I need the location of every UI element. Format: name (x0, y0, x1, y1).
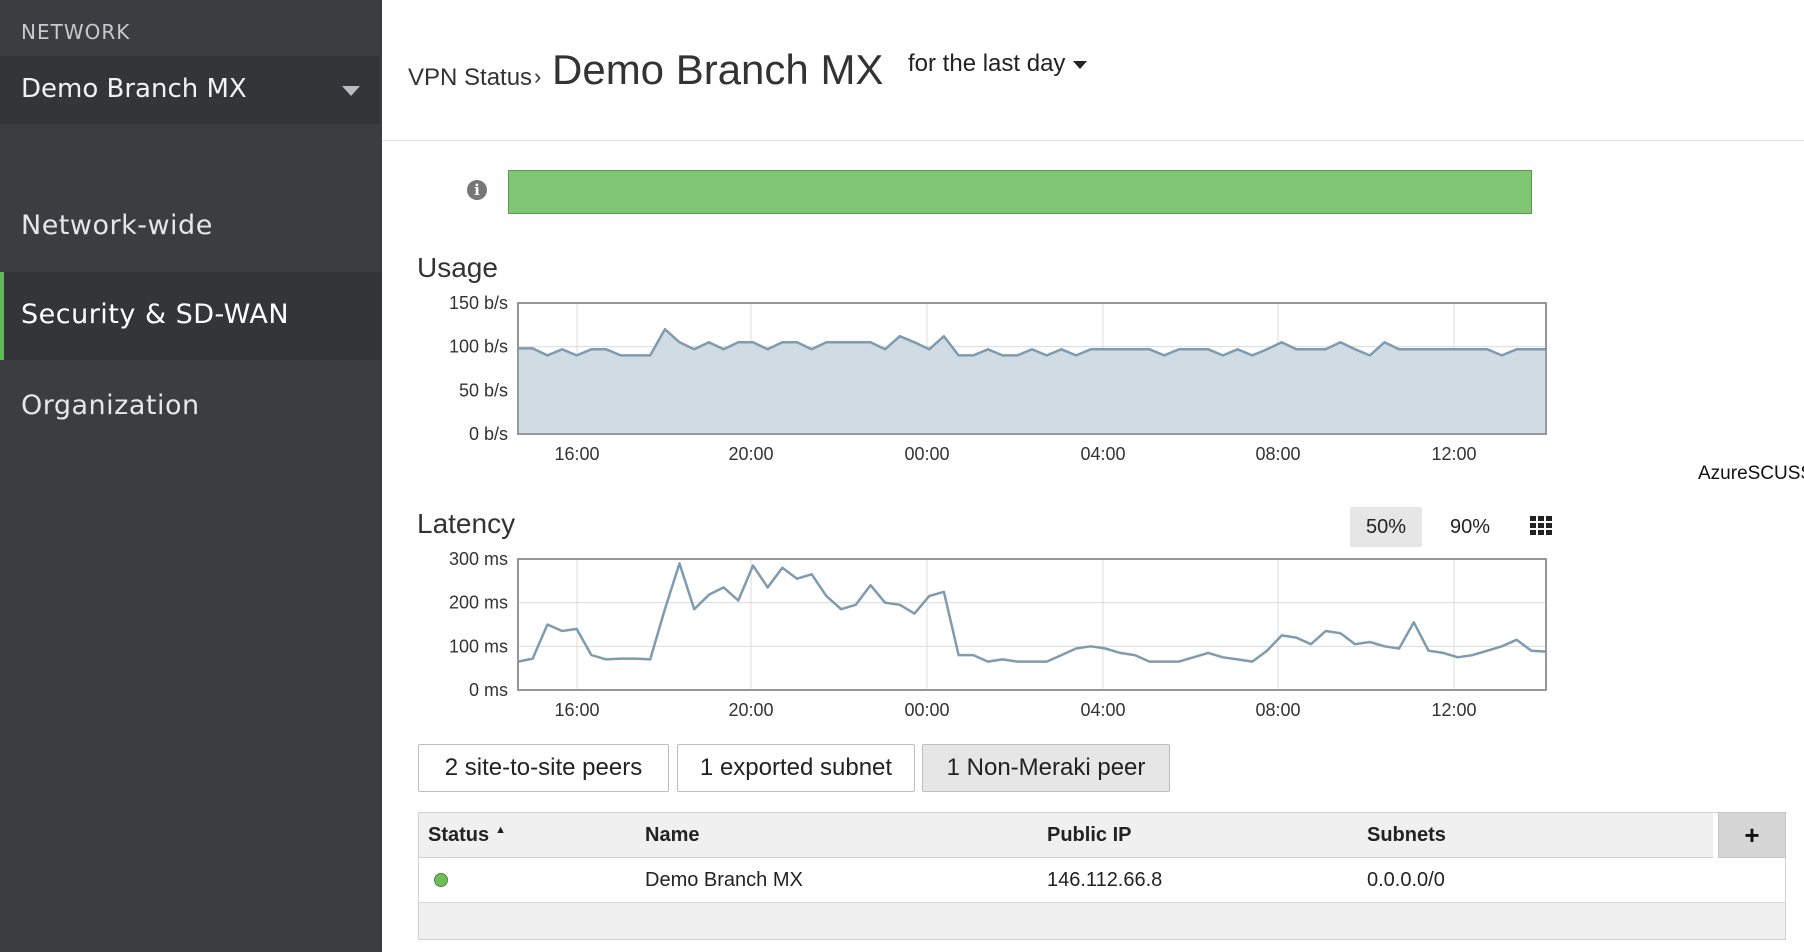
sidebar-item-label: Organization (21, 390, 200, 421)
table-footer (419, 903, 1785, 939)
status-online-icon (434, 873, 448, 887)
table-row[interactable]: Demo Branch MX 146.112.66.8 0.0.0.0/0 (419, 858, 1785, 903)
page-header: VPN Status › Demo Branch MX for the last… (382, 0, 1804, 141)
column-header-public-ip[interactable]: Public IP (1047, 824, 1131, 847)
chevron-down-icon (342, 86, 360, 96)
sidebar-item-label: Security & SD-WAN (21, 299, 290, 330)
grid-view-icon[interactable] (1530, 516, 1552, 536)
usage-x-tick-label: 16:00 (554, 444, 599, 464)
sidebar-item-organization[interactable]: Organization (0, 363, 382, 451)
cell-subnets: 0.0.0.0/0 (1367, 869, 1445, 891)
info-icon[interactable]: i (467, 180, 487, 200)
usage-y-tick-label: 0 b/s (469, 424, 508, 444)
column-header-name[interactable]: Name (645, 824, 699, 847)
tab-exported-subnet[interactable]: 1 exported subnet (677, 744, 915, 792)
latency-plot-frame (517, 558, 1547, 691)
latency-y-tick-label: 200 ms (449, 593, 508, 613)
latency-x-tick-label: 04:00 (1080, 700, 1125, 720)
network-section-label: NETWORK (21, 20, 131, 44)
table-header: Status ▲ Name Public IP Subnets (419, 813, 1713, 858)
latency-chart: 300 ms 200 ms 100 ms 0 ms 16:00 20:00 00:00 04:… (449, 549, 1547, 720)
latency-y-tick-label: 100 ms (449, 636, 508, 656)
latency-x-tick-label: 12:00 (1431, 700, 1476, 720)
sort-ascending-icon: ▲ (495, 824, 507, 836)
network-name: Demo Branch MX (21, 74, 247, 104)
usage-y-tick-label: 150 b/s (449, 293, 508, 313)
remote-peer-label: AzureSCUSS (1698, 463, 1804, 484)
column-header-status[interactable]: Status ▲ (428, 824, 506, 847)
breadcrumb-separator: › (534, 64, 542, 89)
timespan-dropdown[interactable]: for the last day (908, 50, 1088, 78)
usage-y-tick-label: 100 b/s (449, 337, 508, 357)
usage-chart: 150 b/s 100 b/s 50 b/s 0 b/s 16:00 20:00 00:00… (449, 293, 1547, 464)
latency-x-tick-label: 20:00 (728, 700, 773, 720)
add-column-button[interactable]: + (1718, 812, 1786, 858)
usage-y-tick-label: 50 b/s (459, 380, 508, 400)
sidebar: NETWORK Demo Branch MX Network-wide Secu… (0, 0, 382, 952)
latency-x-tick-label: 00:00 (904, 700, 949, 720)
network-selector[interactable]: Demo Branch MX (0, 56, 380, 124)
latency-x-tick-label: 08:00 (1255, 700, 1300, 720)
sidebar-item-label: Network-wide (21, 210, 213, 241)
sidebar-item-security-sd-wan[interactable]: Security & SD-WAN (0, 272, 382, 360)
latency-y-tick-label: 300 ms (449, 549, 508, 569)
usage-x-tick-label: 20:00 (728, 444, 773, 464)
column-header-label: Status (428, 824, 490, 846)
latency-title: Latency (417, 508, 516, 539)
breadcrumb-vpn-status[interactable]: VPN Status (408, 64, 532, 92)
latency-x-tick-label: 16:00 (554, 700, 599, 720)
tab-non-meraki-peer[interactable]: 1 Non-Meraki peer (922, 744, 1170, 792)
timespan-label: for the last day (908, 50, 1066, 77)
usage-x-tick-label: 04:00 (1080, 444, 1125, 464)
usage-x-tick-label: 12:00 (1431, 444, 1476, 464)
cell-public-ip: 146.112.66.8 (1047, 869, 1163, 891)
usage-x-tick-label: 08:00 (1255, 444, 1300, 464)
column-header-subnets[interactable]: Subnets (1367, 824, 1446, 847)
sidebar-item-network-wide[interactable]: Network-wide (0, 183, 382, 271)
peers-table: Status ▲ Name Public IP Subnets + Demo Br… (418, 812, 1786, 940)
caret-down-icon (1073, 60, 1088, 69)
usage-title: Usage (417, 252, 498, 283)
page-title: Demo Branch MX (552, 46, 884, 93)
tab-site-to-site-peers[interactable]: 2 site-to-site peers (418, 744, 669, 792)
usage-x-tick-label: 00:00 (904, 444, 949, 464)
connectivity-status-bar (508, 170, 1532, 214)
cell-name: Demo Branch MX (645, 869, 803, 891)
latency-y-tick-label: 0 ms (469, 680, 508, 700)
